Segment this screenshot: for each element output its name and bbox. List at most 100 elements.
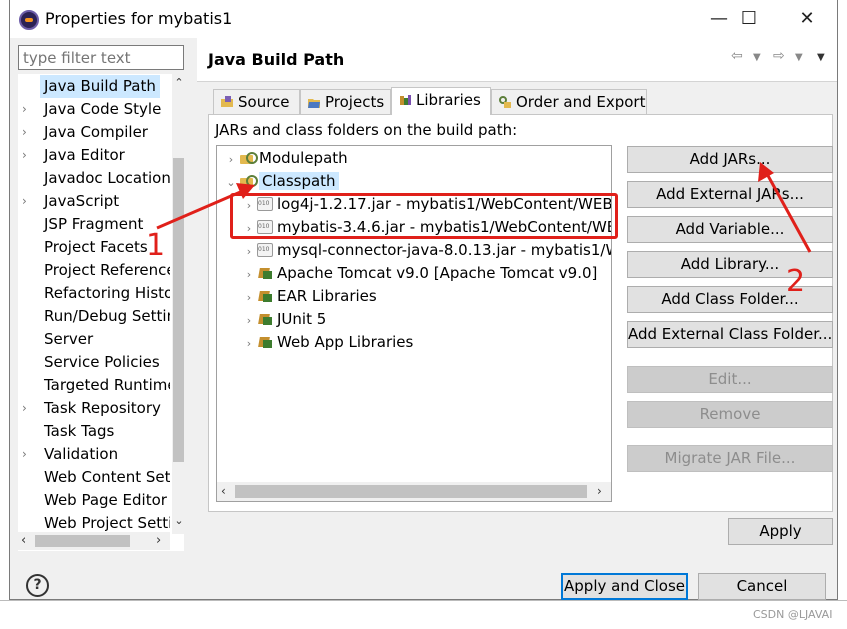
edit-button[interactable]: Edit...: [627, 366, 833, 393]
chevron-right-icon[interactable]: ›: [22, 190, 34, 213]
tree-item-label: Refactoring History: [44, 284, 170, 302]
help-icon[interactable]: ?: [26, 574, 49, 597]
build-path-entry[interactable]: › log4j-1.2.17.jar - mybatis1/WebContent/…: [241, 193, 611, 217]
chevron-down-icon[interactable]: ⌄: [223, 171, 239, 194]
filter-input[interactable]: [18, 45, 184, 70]
scroll-right-icon[interactable]: ›: [597, 484, 602, 498]
build-path-entry[interactable]: › mysql-connector-java-8.0.13.jar - mybat…: [241, 239, 611, 263]
tree-item[interactable]: › Validation: [18, 443, 170, 466]
tree-item[interactable]: Web Page Editor: [18, 489, 170, 512]
projects-folder-icon: [308, 99, 320, 108]
jar-file-icon: [257, 243, 273, 257]
tab-source[interactable]: Source: [213, 89, 300, 114]
chevron-right-icon[interactable]: ›: [22, 397, 34, 420]
back-icon[interactable]: ⇦: [731, 48, 743, 64]
build-path-entry-label: Modulepath: [259, 149, 348, 167]
source-folder-icon: [221, 96, 233, 107]
tree-item[interactable]: Java Build Path: [18, 75, 170, 98]
tab-projects[interactable]: Projects: [300, 89, 391, 114]
eclipse-icon: [19, 10, 39, 30]
page-title: Java Build Path: [208, 50, 345, 69]
build-path-entry[interactable]: › Apache Tomcat v9.0 [Apache Tomcat v9.0]: [241, 262, 598, 286]
build-path-entry[interactable]: › EAR Libraries: [241, 285, 377, 308]
tree-item-label: Web Content Settings: [44, 468, 170, 486]
tab-libraries-label: Libraries: [416, 91, 481, 109]
back-menu-icon[interactable]: ▼: [753, 52, 761, 63]
chevron-right-icon[interactable]: ›: [22, 121, 34, 144]
tree-item-label: JavaScript: [44, 192, 120, 210]
tree-item[interactable]: Web Content Settings: [18, 466, 170, 489]
build-path-entry-label: Classpath: [259, 172, 339, 190]
add-external-class-folder-button[interactable]: Add External Class Folder...: [627, 321, 833, 348]
tree-item[interactable]: Javadoc Location: [18, 167, 170, 190]
add-jars-button[interactable]: Add JARs...: [627, 146, 833, 173]
scrollbar-thumb[interactable]: [173, 158, 184, 462]
chevron-right-icon[interactable]: ›: [241, 286, 257, 309]
build-path-entry[interactable]: ⌄ Classpath: [223, 170, 339, 193]
build-path-entry-label: EAR Libraries: [277, 287, 377, 305]
tree-item[interactable]: Server: [18, 328, 170, 351]
apply-and-close-button[interactable]: Apply and Close: [561, 573, 688, 600]
forward-icon[interactable]: ⇨: [773, 48, 785, 64]
tab-libraries[interactable]: Libraries: [391, 87, 491, 115]
window-title: Properties for mybatis1: [45, 9, 233, 28]
tree-item[interactable]: Run/Debug Settings: [18, 305, 170, 328]
tree-item[interactable]: Task Tags: [18, 420, 170, 443]
build-path-tree-horizontal-scrollbar[interactable]: ‹ ›: [217, 482, 611, 501]
folder-icon: [239, 174, 258, 188]
cancel-button[interactable]: Cancel: [698, 573, 826, 600]
migrate-jar-button[interactable]: Migrate JAR File...: [627, 445, 833, 472]
chevron-right-icon[interactable]: ›: [22, 443, 34, 466]
tree-item[interactable]: Service Policies: [18, 351, 170, 374]
tree-item-label: Server: [44, 330, 94, 348]
close-button[interactable]: ✕: [784, 4, 830, 34]
tree-item-label: Java Code Style: [44, 100, 162, 118]
tab-order-and-export[interactable]: Order and Export: [491, 89, 647, 114]
build-path-tree[interactable]: › Web App Libraries › JUnit 5 › EAR Libraries…: [216, 145, 612, 502]
scroll-left-icon[interactable]: ‹: [221, 484, 226, 498]
library-icon: [257, 335, 273, 349]
jar-file-icon: [257, 197, 273, 211]
tree-item[interactable]: › Java Code Style: [18, 98, 170, 121]
add-variable-button[interactable]: Add Variable...: [627, 216, 833, 243]
chevron-right-icon[interactable]: ›: [241, 332, 257, 355]
build-path-entry[interactable]: › JUnit 5: [241, 308, 326, 331]
scroll-right-icon[interactable]: ›: [156, 533, 161, 548]
tree-item[interactable]: › Java Editor: [18, 144, 170, 167]
scrollbar-thumb[interactable]: [235, 485, 587, 498]
left-tree-vertical-scrollbar[interactable]: ⌃ ⌄: [172, 74, 184, 534]
tree-item[interactable]: › Java Compiler: [18, 121, 170, 144]
chevron-right-icon[interactable]: ›: [241, 194, 257, 217]
libraries-tab-content: JARs and class folders on the build path…: [208, 114, 833, 512]
chevron-right-icon[interactable]: ›: [22, 144, 34, 167]
remove-button[interactable]: Remove: [627, 401, 833, 428]
chevron-right-icon[interactable]: ›: [241, 263, 257, 286]
scroll-left-icon[interactable]: ‹: [21, 533, 26, 548]
build-path-entry[interactable]: › Web App Libraries: [241, 331, 414, 355]
scroll-up-icon[interactable]: ⌃: [172, 76, 184, 89]
build-path-entry[interactable]: › Modulepath: [223, 147, 348, 170]
scroll-down-icon[interactable]: ⌄: [172, 514, 184, 527]
libraries-icon: [400, 95, 411, 105]
tree-item-label: JSP Fragment: [44, 215, 144, 233]
build-path-entry[interactable]: › mybatis-3.4.6.jar - mybatis1/WebContent…: [241, 216, 611, 240]
background-editor-bottom: [0, 600, 847, 629]
add-external-jars-button[interactable]: Add External JARs...: [627, 181, 833, 208]
view-menu-icon[interactable]: ▼: [817, 52, 825, 63]
tree-item[interactable]: › Task Repository: [18, 397, 170, 420]
tree-item[interactable]: › JavaScript: [18, 190, 170, 213]
maximize-button[interactable]: ☐: [726, 4, 772, 34]
chevron-right-icon[interactable]: ›: [223, 148, 239, 171]
chevron-right-icon[interactable]: ›: [22, 98, 34, 121]
tree-item[interactable]: Refactoring History: [18, 282, 170, 305]
forward-menu-icon[interactable]: ▼: [795, 52, 803, 63]
scrollbar-thumb[interactable]: [35, 535, 130, 547]
tree-item[interactable]: Targeted Runtimes: [18, 374, 170, 397]
chevron-right-icon[interactable]: ›: [241, 309, 257, 332]
chevron-right-icon[interactable]: ›: [241, 217, 257, 240]
apply-button[interactable]: Apply: [728, 518, 833, 545]
library-icon: [257, 289, 273, 303]
chevron-right-icon[interactable]: ›: [241, 240, 257, 263]
tree-item-label: Task Tags: [44, 422, 115, 440]
left-tree-horizontal-scrollbar[interactable]: ‹ ›: [18, 532, 170, 550]
